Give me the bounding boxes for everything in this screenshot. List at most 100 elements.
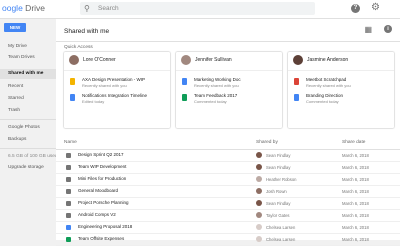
sidebar-item-starred[interactable]: Starred — [0, 94, 56, 104]
grid-view-icon[interactable]: ▦ — [364, 25, 372, 35]
card-divider — [176, 70, 282, 71]
quick-access-card[interactable]: Lore O'Conner AXA Design Presentation - … — [64, 52, 170, 128]
pdf-file-icon — [294, 78, 299, 85]
info-icon[interactable]: i — [384, 25, 392, 33]
row-share-date: March 6, 2018 — [342, 236, 369, 242]
row-shared-by: Sean Findlay — [266, 152, 291, 158]
sidebar-item-shared-with-me[interactable]: Shared with me — [0, 69, 56, 79]
row-shared-by: Sean Findlay — [266, 164, 291, 170]
google-drive-logo[interactable]: oogle Drive — [2, 3, 45, 13]
folder-icon — [66, 153, 71, 158]
table-row[interactable]: Team WIP Development Sean Findlay March … — [56, 162, 400, 174]
card-file-item[interactable]: Notifications Integration Timeline Edite… — [64, 92, 170, 108]
row-shared-by: Sean Findlay — [266, 200, 291, 206]
card-file-activity: Edited today — [82, 99, 105, 104]
table-row[interactable]: Project Porsche Planning Sean Findlay Ma… — [56, 198, 400, 210]
row-file-name: Team Offsite Expenses — [78, 236, 125, 241]
row-file-name: General Moodboard — [78, 188, 119, 193]
avatar — [69, 55, 79, 65]
page-title: Shared with me — [64, 28, 110, 35]
avatar — [256, 176, 262, 182]
card-file-activity: Recently shared with you — [306, 83, 351, 88]
column-header-shared-by[interactable]: Shared by — [256, 140, 278, 145]
sidebar-item-team-drives[interactable]: Team Drives — [0, 53, 56, 63]
row-file-name: Project Porsche Planning — [78, 200, 129, 205]
row-file-name: Design Sprint Q2 2017 — [78, 152, 124, 157]
sidebar-item-recent[interactable]: Recent — [0, 82, 56, 92]
card-file-name: Marketing Working Doc — [194, 77, 241, 82]
table-row[interactable]: Engineering Proposal 2018 Chelsea Larsen… — [56, 222, 400, 234]
sidebar: NEW My Drive Team Drives Shared with me … — [0, 19, 58, 240]
table-row[interactable]: Design Sprint Q2 2017 Sean Findlay March… — [56, 150, 400, 162]
card-header: Jasmine Anderson — [288, 52, 394, 68]
new-button[interactable]: NEW — [4, 23, 26, 32]
card-file-activity: Commented today — [194, 99, 227, 104]
avatar — [256, 212, 262, 218]
card-file-item[interactable]: Team Feedback 2017 Commented today — [176, 92, 282, 108]
card-person-name: Lore O'Conner — [83, 57, 116, 63]
folder-icon — [66, 201, 71, 206]
quick-access-label: Quick Access — [64, 45, 93, 50]
row-share-date: March 6, 2018 — [342, 188, 369, 194]
sidebar-item-trash[interactable]: Trash — [0, 106, 56, 116]
column-header-share-date[interactable]: Share date — [342, 140, 365, 145]
logo-oogle: oogle — [2, 3, 23, 13]
folder-icon — [66, 213, 71, 218]
card-header: Lore O'Conner — [64, 52, 170, 68]
search-box[interactable]: ⚲ Search — [80, 2, 315, 15]
card-file-name: Branding Direction — [306, 93, 344, 98]
row-shared-by: Taylor Gates — [266, 212, 290, 218]
avatar — [256, 224, 262, 230]
row-share-date: March 6, 2018 — [342, 152, 369, 158]
row-file-name: Team WIP Development — [78, 164, 127, 169]
column-header-name[interactable]: Name — [64, 140, 77, 145]
card-file-activity: Recently shared with you — [194, 83, 239, 88]
docs-file-icon — [70, 94, 75, 101]
folder-icon — [66, 177, 71, 182]
sidebar-divider — [0, 148, 56, 149]
help-icon[interactable]: ? — [351, 4, 360, 13]
search-icon[interactable]: ⚲ — [84, 4, 90, 13]
avatar — [256, 200, 262, 206]
card-divider — [288, 70, 394, 71]
quick-access-card[interactable]: Jasmine Anderson Meetbot Scratchpad Rece… — [288, 52, 394, 128]
docs-file-icon — [294, 94, 299, 101]
avatar — [256, 236, 262, 242]
row-file-name: Engineering Proposal 2018 — [78, 224, 133, 229]
row-share-date: March 6, 2018 — [342, 164, 369, 170]
sidebar-item-google-photos[interactable]: Google Photos — [0, 123, 56, 133]
card-file-name: Notifications Integration Timeline — [82, 93, 148, 98]
quick-access-card[interactable]: Jennifer Sullivan Marketing Working Doc … — [176, 52, 282, 128]
card-file-item[interactable]: Meetbot Scratchpad Recently shared with … — [288, 76, 394, 92]
card-file-item[interactable]: AXA Design Presentation - WIP Recently s… — [64, 76, 170, 92]
row-share-date: March 6, 2018 — [342, 212, 369, 218]
card-person-name: Jennifer Sullivan — [195, 57, 232, 63]
card-header: Jennifer Sullivan — [176, 52, 282, 68]
table-row[interactable]: Mini Files for Production Heather Robson… — [56, 174, 400, 186]
card-file-item[interactable]: Branding Direction Commented today — [288, 92, 394, 108]
card-person-name: Jasmine Anderson — [307, 57, 349, 63]
avatar — [256, 164, 262, 170]
sidebar-item-my-drive[interactable]: My Drive — [0, 42, 56, 52]
card-file-activity: Commented today — [306, 99, 339, 104]
docs-file-icon — [182, 78, 187, 85]
main-content: Shared with me ▦ i Quick Access Lore O'C… — [56, 19, 400, 246]
card-file-name: Team Feedback 2017 — [194, 93, 238, 98]
search-input[interactable]: Search — [98, 4, 119, 13]
header-divider — [56, 41, 400, 42]
upgrade-storage-link[interactable]: Upgrade storage — [0, 163, 56, 173]
table-row[interactable]: Team Offsite Expenses Chelsea Larsen Mar… — [56, 234, 400, 246]
folder-icon — [66, 189, 71, 194]
settings-gear-icon[interactable]: ⚙ — [371, 2, 380, 14]
sidebar-item-backups[interactable]: Backups — [0, 135, 56, 145]
sidebar-divider — [0, 119, 56, 120]
avatar — [256, 152, 262, 158]
card-file-item[interactable]: Marketing Working Doc Recently shared wi… — [176, 76, 282, 92]
avatar — [256, 188, 262, 194]
avatar — [181, 55, 191, 65]
table-row[interactable]: General Moodboard Josh Rown March 6, 201… — [56, 186, 400, 198]
table-row[interactable]: Android Comps V2 Taylor Gates March 6, 2… — [56, 210, 400, 222]
row-file-name: Android Comps V2 — [78, 212, 116, 217]
row-share-date: March 6, 2018 — [342, 224, 369, 230]
row-shared-by: Josh Rown — [266, 188, 287, 194]
